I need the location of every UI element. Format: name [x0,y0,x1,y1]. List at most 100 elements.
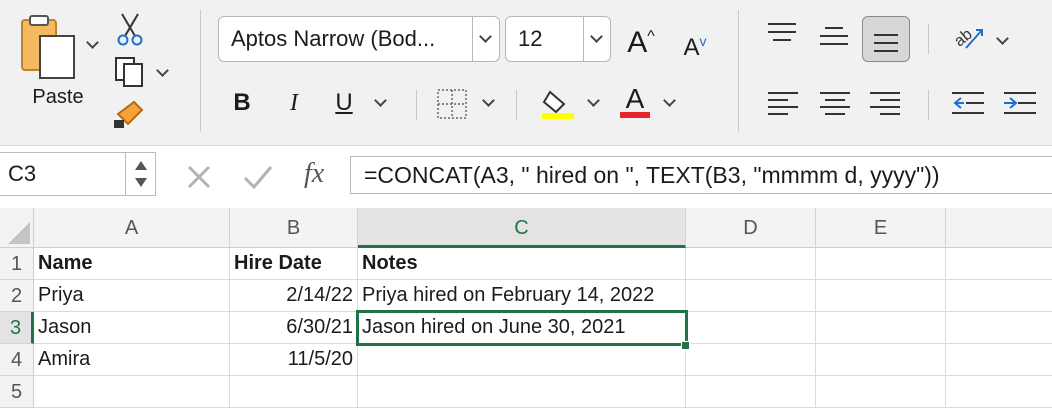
cell-c4[interactable] [358,344,686,376]
paste-dropdown-chevron-icon[interactable] [86,36,99,49]
insert-function-button[interactable]: fx [304,156,338,192]
borders-chevron-icon[interactable] [482,94,495,107]
increase-indent-button[interactable] [1004,90,1036,116]
copy-icon [115,57,143,87]
scissors-icon [117,13,143,46]
cell-e2[interactable] [816,280,946,312]
cell-f5[interactable] [946,376,1052,408]
row-header-3[interactable]: 3 [0,312,34,344]
chevron-down-icon [479,30,492,43]
cut-button[interactable] [116,12,144,46]
cell-d1[interactable] [686,248,816,280]
caret-down-icon: v [699,33,707,49]
cell-c5[interactable] [358,376,686,408]
cell-b5[interactable] [230,376,358,408]
name-box[interactable]: C3 [0,152,156,196]
align-bottom-button[interactable] [862,16,910,62]
copy-button[interactable] [112,54,148,90]
caret-up-icon: ^ [647,28,655,45]
italic-letter: I [290,90,298,116]
clipboard-icon [21,15,75,79]
enter-formula-button[interactable] [242,162,274,192]
format-painter-icon [114,100,144,128]
decrease-indent-button[interactable] [952,90,984,116]
column-header-e[interactable]: E [816,208,946,248]
cell-e4[interactable] [816,344,946,376]
column-header-a[interactable]: A [34,208,230,248]
row-header-5[interactable]: 5 [0,376,34,408]
orientation-button[interactable]: ab [951,22,986,52]
align-middle-button[interactable] [820,22,848,48]
formula-text: =CONCAT(A3, " hired on ", TEXT(B3, "mmmm… [364,162,940,188]
svg-text:ab: ab [952,26,976,51]
ribbon-divider [928,24,929,54]
paste-button[interactable] [18,14,88,82]
cell-b3[interactable]: 6/30/21 [230,312,358,344]
align-left-button[interactable] [768,90,798,116]
fill-handle[interactable] [681,341,690,350]
copy-dropdown-chevron-icon[interactable] [156,64,169,77]
format-painter-button[interactable] [112,96,148,132]
font-size-chevron[interactable] [583,17,610,61]
bold-button[interactable]: B [228,88,256,118]
underline-button[interactable]: U [330,88,358,118]
fill-color-button[interactable] [540,86,576,122]
formula-input[interactable]: =CONCAT(A3, " hired on ", TEXT(B3, "mmmm… [350,156,1052,194]
font-name-chevron[interactable] [472,17,499,61]
align-top-button[interactable] [768,20,796,46]
ribbon-divider [516,90,517,120]
ribbon-divider [200,10,201,132]
bold-letter: B [233,89,251,116]
cell-a5[interactable] [34,376,230,408]
orientation-chevron-icon[interactable] [996,32,1009,45]
cell-a4[interactable]: Amira [34,344,230,376]
cell-b4[interactable]: 11/5/20 [230,344,358,376]
cell-d2[interactable] [686,280,816,312]
name-box-spinner[interactable] [125,153,155,195]
cell-d4[interactable] [686,344,816,376]
column-header-b[interactable]: B [230,208,358,248]
column-header-f[interactable] [946,208,1052,248]
underline-chevron-icon[interactable] [374,94,387,107]
italic-button[interactable]: I [280,88,308,118]
cell-e1[interactable] [816,248,946,280]
align-center-button[interactable] [820,90,850,116]
row-header-2[interactable]: 2 [0,280,34,312]
column-header-c[interactable]: C [358,208,686,248]
cell-c2[interactable]: Priya hired on February 14, 2022 [358,280,686,312]
select-all-corner[interactable] [0,208,34,248]
decrease-font-size-button[interactable]: Av [678,26,712,63]
cell-f1[interactable] [946,248,1052,280]
select-all-triangle-icon [8,222,30,244]
font-color-button[interactable]: A [618,84,652,122]
font-name-value: Aptos Narrow (Bod... [231,26,436,51]
align-right-button[interactable] [870,90,900,116]
active-cell-border [356,310,688,346]
cell-d3[interactable] [686,312,816,344]
cell-e3[interactable] [816,312,946,344]
cell-c1[interactable]: Notes [358,248,686,280]
column-header-d[interactable]: D [686,208,816,248]
underline-letter: U [335,89,353,116]
cell-a3[interactable]: Jason [34,312,230,344]
font-size-dropdown[interactable]: 12 [505,16,611,62]
cell-d5[interactable] [686,376,816,408]
ribbon-divider [416,90,417,120]
cell-b1[interactable]: Hire Date [230,248,358,280]
row-header-4[interactable]: 4 [0,344,34,376]
borders-button[interactable] [436,88,468,120]
align-left-icon [768,92,798,115]
font-color-chevron-icon[interactable] [663,94,676,107]
cancel-formula-button[interactable] [184,162,214,192]
cell-e5[interactable] [816,376,946,408]
cell-b2[interactable]: 2/14/22 [230,280,358,312]
cell-f2[interactable] [946,280,1052,312]
row-header-1[interactable]: 1 [0,248,34,280]
cell-a1[interactable]: Name [34,248,230,280]
cell-f4[interactable] [946,344,1052,376]
fill-color-chevron-icon[interactable] [587,94,600,107]
cell-a2[interactable]: Priya [34,280,230,312]
increase-font-size-button[interactable]: A^ [624,22,658,58]
font-name-dropdown[interactable]: Aptos Narrow (Bod... [218,16,500,62]
cell-f3[interactable] [946,312,1052,344]
